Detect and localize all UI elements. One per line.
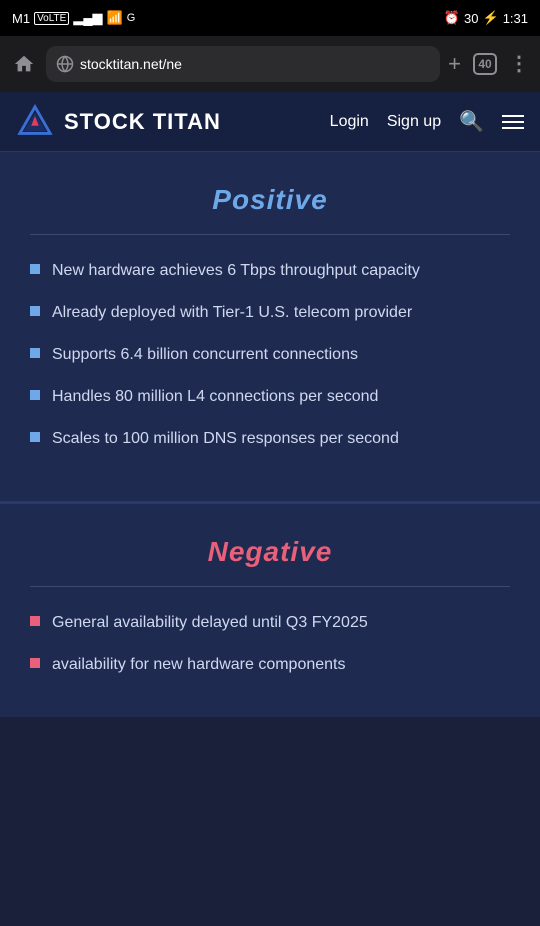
- security-icon: [56, 55, 74, 73]
- navbar-actions: Login Sign up 🔍: [330, 109, 524, 134]
- list-item: availability for new hardware components: [30, 653, 510, 677]
- bullet-icon: [30, 306, 40, 316]
- login-link[interactable]: Login: [330, 113, 369, 131]
- bullet-icon: [30, 658, 40, 668]
- browser-actions: + 40 ⋮: [448, 53, 530, 75]
- hamburger-line-2: [502, 121, 524, 123]
- alarm-icon: ⏰: [444, 10, 460, 26]
- hamburger-menu[interactable]: [502, 115, 524, 129]
- list-item: Already deployed with Tier-1 U.S. teleco…: [30, 301, 510, 325]
- status-right: ⏰ 30 ⚡ 1:31: [444, 10, 528, 26]
- status-bar: M1 VoLTE ▂▄▆ 📶 G ⏰ 30 ⚡ 1:31: [0, 0, 540, 36]
- list-item: New hardware achieves 6 Tbps throughput …: [30, 259, 510, 283]
- url-display: stocktitan.net/ne: [80, 56, 182, 72]
- signal-icon: ▂▄▆: [73, 10, 102, 26]
- site-title: STOCK TITAN: [64, 109, 221, 135]
- signup-link[interactable]: Sign up: [387, 113, 441, 131]
- list-item-text: New hardware achieves 6 Tbps throughput …: [52, 259, 420, 283]
- address-bar[interactable]: stocktitan.net/ne: [46, 46, 440, 82]
- positive-title: Positive: [30, 184, 510, 216]
- home-button[interactable]: [10, 50, 38, 78]
- carrier-label: M1: [12, 11, 30, 26]
- negative-section: Negative General availability delayed un…: [0, 504, 540, 717]
- list-item-text: Scales to 100 million DNS responses per …: [52, 427, 399, 451]
- list-item-text: availability for new hardware components: [52, 653, 345, 677]
- positive-list: New hardware achieves 6 Tbps throughput …: [30, 259, 510, 451]
- list-item-text: Supports 6.4 billion concurrent connecti…: [52, 343, 358, 367]
- bullet-icon: [30, 264, 40, 274]
- brand-logo: [16, 103, 54, 141]
- brand: STOCK TITAN: [16, 103, 330, 141]
- list-item-text: Handles 80 million L4 connections per se…: [52, 385, 378, 409]
- list-item: General availability delayed until Q3 FY…: [30, 611, 510, 635]
- tab-count-button[interactable]: 40: [473, 53, 497, 75]
- charging-icon: ⚡: [483, 10, 499, 26]
- list-item: Scales to 100 million DNS responses per …: [30, 427, 510, 451]
- menu-button[interactable]: ⋮: [509, 54, 530, 74]
- list-item-text: General availability delayed until Q3 FY…: [52, 611, 368, 635]
- hamburger-line-3: [502, 127, 524, 129]
- negative-title: Negative: [30, 536, 510, 568]
- time-display: 1:31: [503, 11, 528, 26]
- volte-badge: VoLTE: [34, 12, 69, 25]
- list-item-text: Already deployed with Tier-1 U.S. teleco…: [52, 301, 412, 325]
- list-item: Supports 6.4 billion concurrent connecti…: [30, 343, 510, 367]
- bullet-icon: [30, 348, 40, 358]
- bullet-icon: [30, 432, 40, 442]
- bullet-icon: [30, 390, 40, 400]
- hamburger-line-1: [502, 115, 524, 117]
- list-item: Handles 80 million L4 connections per se…: [30, 385, 510, 409]
- battery-level: 30: [464, 11, 478, 26]
- wifi-icon: 📶: [107, 10, 123, 26]
- negative-list: General availability delayed until Q3 FY…: [30, 611, 510, 677]
- positive-divider: [30, 234, 510, 235]
- negative-divider: [30, 586, 510, 587]
- navbar: STOCK TITAN Login Sign up 🔍: [0, 92, 540, 152]
- positive-section: Positive New hardware achieves 6 Tbps th…: [0, 152, 540, 504]
- bullet-icon: [30, 616, 40, 626]
- status-left: M1 VoLTE ▂▄▆ 📶 G: [12, 10, 135, 26]
- content: Positive New hardware achieves 6 Tbps th…: [0, 152, 540, 717]
- new-tab-button[interactable]: +: [448, 53, 461, 75]
- search-icon[interactable]: 🔍: [459, 109, 484, 134]
- network-g-icon: G: [127, 12, 136, 24]
- browser-chrome: stocktitan.net/ne + 40 ⋮: [0, 36, 540, 92]
